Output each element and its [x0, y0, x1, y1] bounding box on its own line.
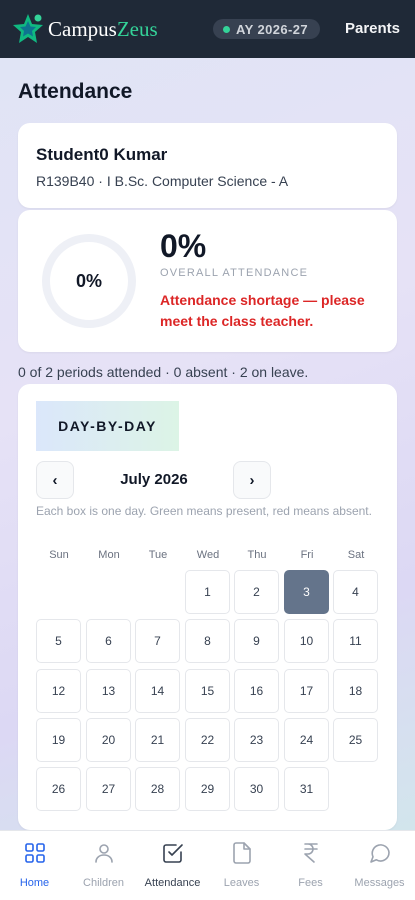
calendar-day[interactable]: 13 — [86, 668, 131, 713]
bottom-navigation: Home Children Attendance Leaves Fees Messages — [0, 830, 415, 900]
top-bar: CampusZeus AY 2026-27 Parents — [0, 0, 415, 58]
calendar-day[interactable]: 2 — [234, 570, 279, 614]
calendar-day[interactable]: 11 — [333, 619, 378, 664]
nav-label: Fees — [298, 877, 323, 889]
calendar-day[interactable]: 18 — [333, 668, 378, 713]
calendar-day-selected[interactable]: 3 — [284, 570, 329, 614]
nav-item-attendance[interactable]: Attendance — [138, 841, 207, 889]
calendar-day[interactable]: 21 — [135, 717, 180, 762]
overall-attendance-card: 0% 0% OVERALL ATTENDANCE Attendance shor… — [18, 210, 397, 352]
calendar-day[interactable]: 31 — [284, 767, 329, 812]
weekday-header: Fri — [300, 549, 314, 561]
calendar-day[interactable]: 24 — [284, 717, 329, 762]
calendar-day[interactable]: 29 — [185, 767, 230, 812]
student-name: Student0 Kumar — [36, 145, 168, 164]
role-label[interactable]: Parents — [345, 20, 400, 37]
nav-label: Messages — [354, 877, 405, 889]
calendar-day[interactable]: 15 — [185, 668, 230, 713]
weekday-header: Sun — [49, 549, 69, 561]
brand-logo[interactable]: CampusZeus — [12, 12, 158, 46]
calendar-day[interactable]: 23 — [234, 717, 279, 762]
attendance-ring: 0% — [42, 234, 136, 328]
weekday-header: Thu — [247, 549, 267, 561]
calendar-day[interactable]: 12 — [36, 668, 81, 713]
nav-item-children[interactable]: Children — [69, 841, 138, 889]
academic-year-badge[interactable]: AY 2026-27 — [213, 19, 320, 39]
calendar-day[interactable]: 5 — [36, 619, 81, 664]
academic-year-label: AY 2026-27 — [236, 21, 308, 37]
nav-item-home[interactable]: Home — [0, 841, 69, 889]
calendar-day[interactable]: 14 — [135, 668, 180, 713]
calendar-card: DAY-BY-DAY ‹ July 2026 › Each box is one… — [18, 384, 397, 830]
grid-icon — [24, 843, 45, 863]
calendar-day[interactable]: 1 — [185, 570, 230, 614]
calendar-day[interactable]: 9 — [234, 619, 279, 664]
page-title: Attendance — [18, 80, 133, 103]
calendar-day[interactable]: 17 — [284, 668, 329, 713]
calendar-day[interactable]: 27 — [86, 767, 131, 812]
weekday-header: Wed — [196, 549, 220, 561]
calendar-help-text: Each box is one day. Green means present… — [36, 504, 372, 518]
student-card: Student0 Kumar R139B40 · I B.Sc. Compute… — [18, 123, 397, 208]
calendar-day[interactable]: 28 — [135, 767, 180, 812]
document-icon — [232, 842, 251, 864]
brand-name: CampusZeus — [48, 16, 158, 41]
calendar-day[interactable]: 4 — [333, 570, 378, 614]
nav-label: Home — [19, 877, 50, 889]
weekday-header: Mon — [98, 549, 120, 561]
nav-label: Attendance — [144, 877, 201, 889]
weekday-header: Tue — [148, 549, 168, 561]
calendar-day[interactable]: 6 — [86, 619, 131, 664]
star-logo-icon — [13, 14, 43, 43]
nav-label: Leaves — [223, 877, 260, 889]
weekday-header: Sat — [347, 549, 365, 561]
check-square-icon — [162, 844, 183, 863]
person-icon — [94, 844, 113, 863]
calendar-day[interactable]: 20 — [86, 717, 131, 762]
overall-percent: 0% — [160, 228, 207, 264]
month-label: July 2026 — [120, 471, 188, 488]
calendar-day[interactable]: 22 — [185, 717, 230, 762]
student-meta: R139B40 · I B.Sc. Computer Science - A — [36, 173, 289, 189]
nav-item-messages[interactable]: Messages — [345, 841, 414, 889]
overall-label: OVERALL ATTENDANCE — [160, 267, 309, 279]
calendar-day[interactable]: 7 — [135, 619, 180, 664]
nav-label: Children — [83, 877, 124, 889]
shortage-warning: Attendance shortage — please meet the cl… — [160, 292, 365, 329]
rupee-icon — [303, 843, 318, 863]
calendar-day[interactable]: 10 — [284, 619, 329, 664]
nav-item-fees[interactable]: Fees — [276, 841, 345, 889]
tab-day-by-day[interactable]: DAY-BY-DAY — [36, 401, 179, 451]
calendar-day[interactable]: 30 — [234, 767, 279, 812]
chat-bubble-icon — [369, 844, 390, 863]
prev-month-button[interactable]: ‹ — [36, 461, 74, 499]
status-dot-icon — [223, 25, 230, 33]
ring-percent: 0% — [75, 270, 102, 291]
next-month-button[interactable]: › — [233, 461, 271, 499]
calendar-day[interactable]: 19 — [36, 717, 81, 762]
calendar-day[interactable]: 16 — [234, 668, 279, 713]
attendance-summary: 0 of 2 periods attended · 0 absent · 2 o… — [18, 364, 309, 380]
calendar-day[interactable]: 25 — [333, 717, 378, 762]
calendar-day[interactable]: 26 — [36, 767, 81, 812]
nav-item-leaves[interactable]: Leaves — [207, 841, 276, 889]
calendar-day[interactable]: 8 — [185, 619, 230, 664]
